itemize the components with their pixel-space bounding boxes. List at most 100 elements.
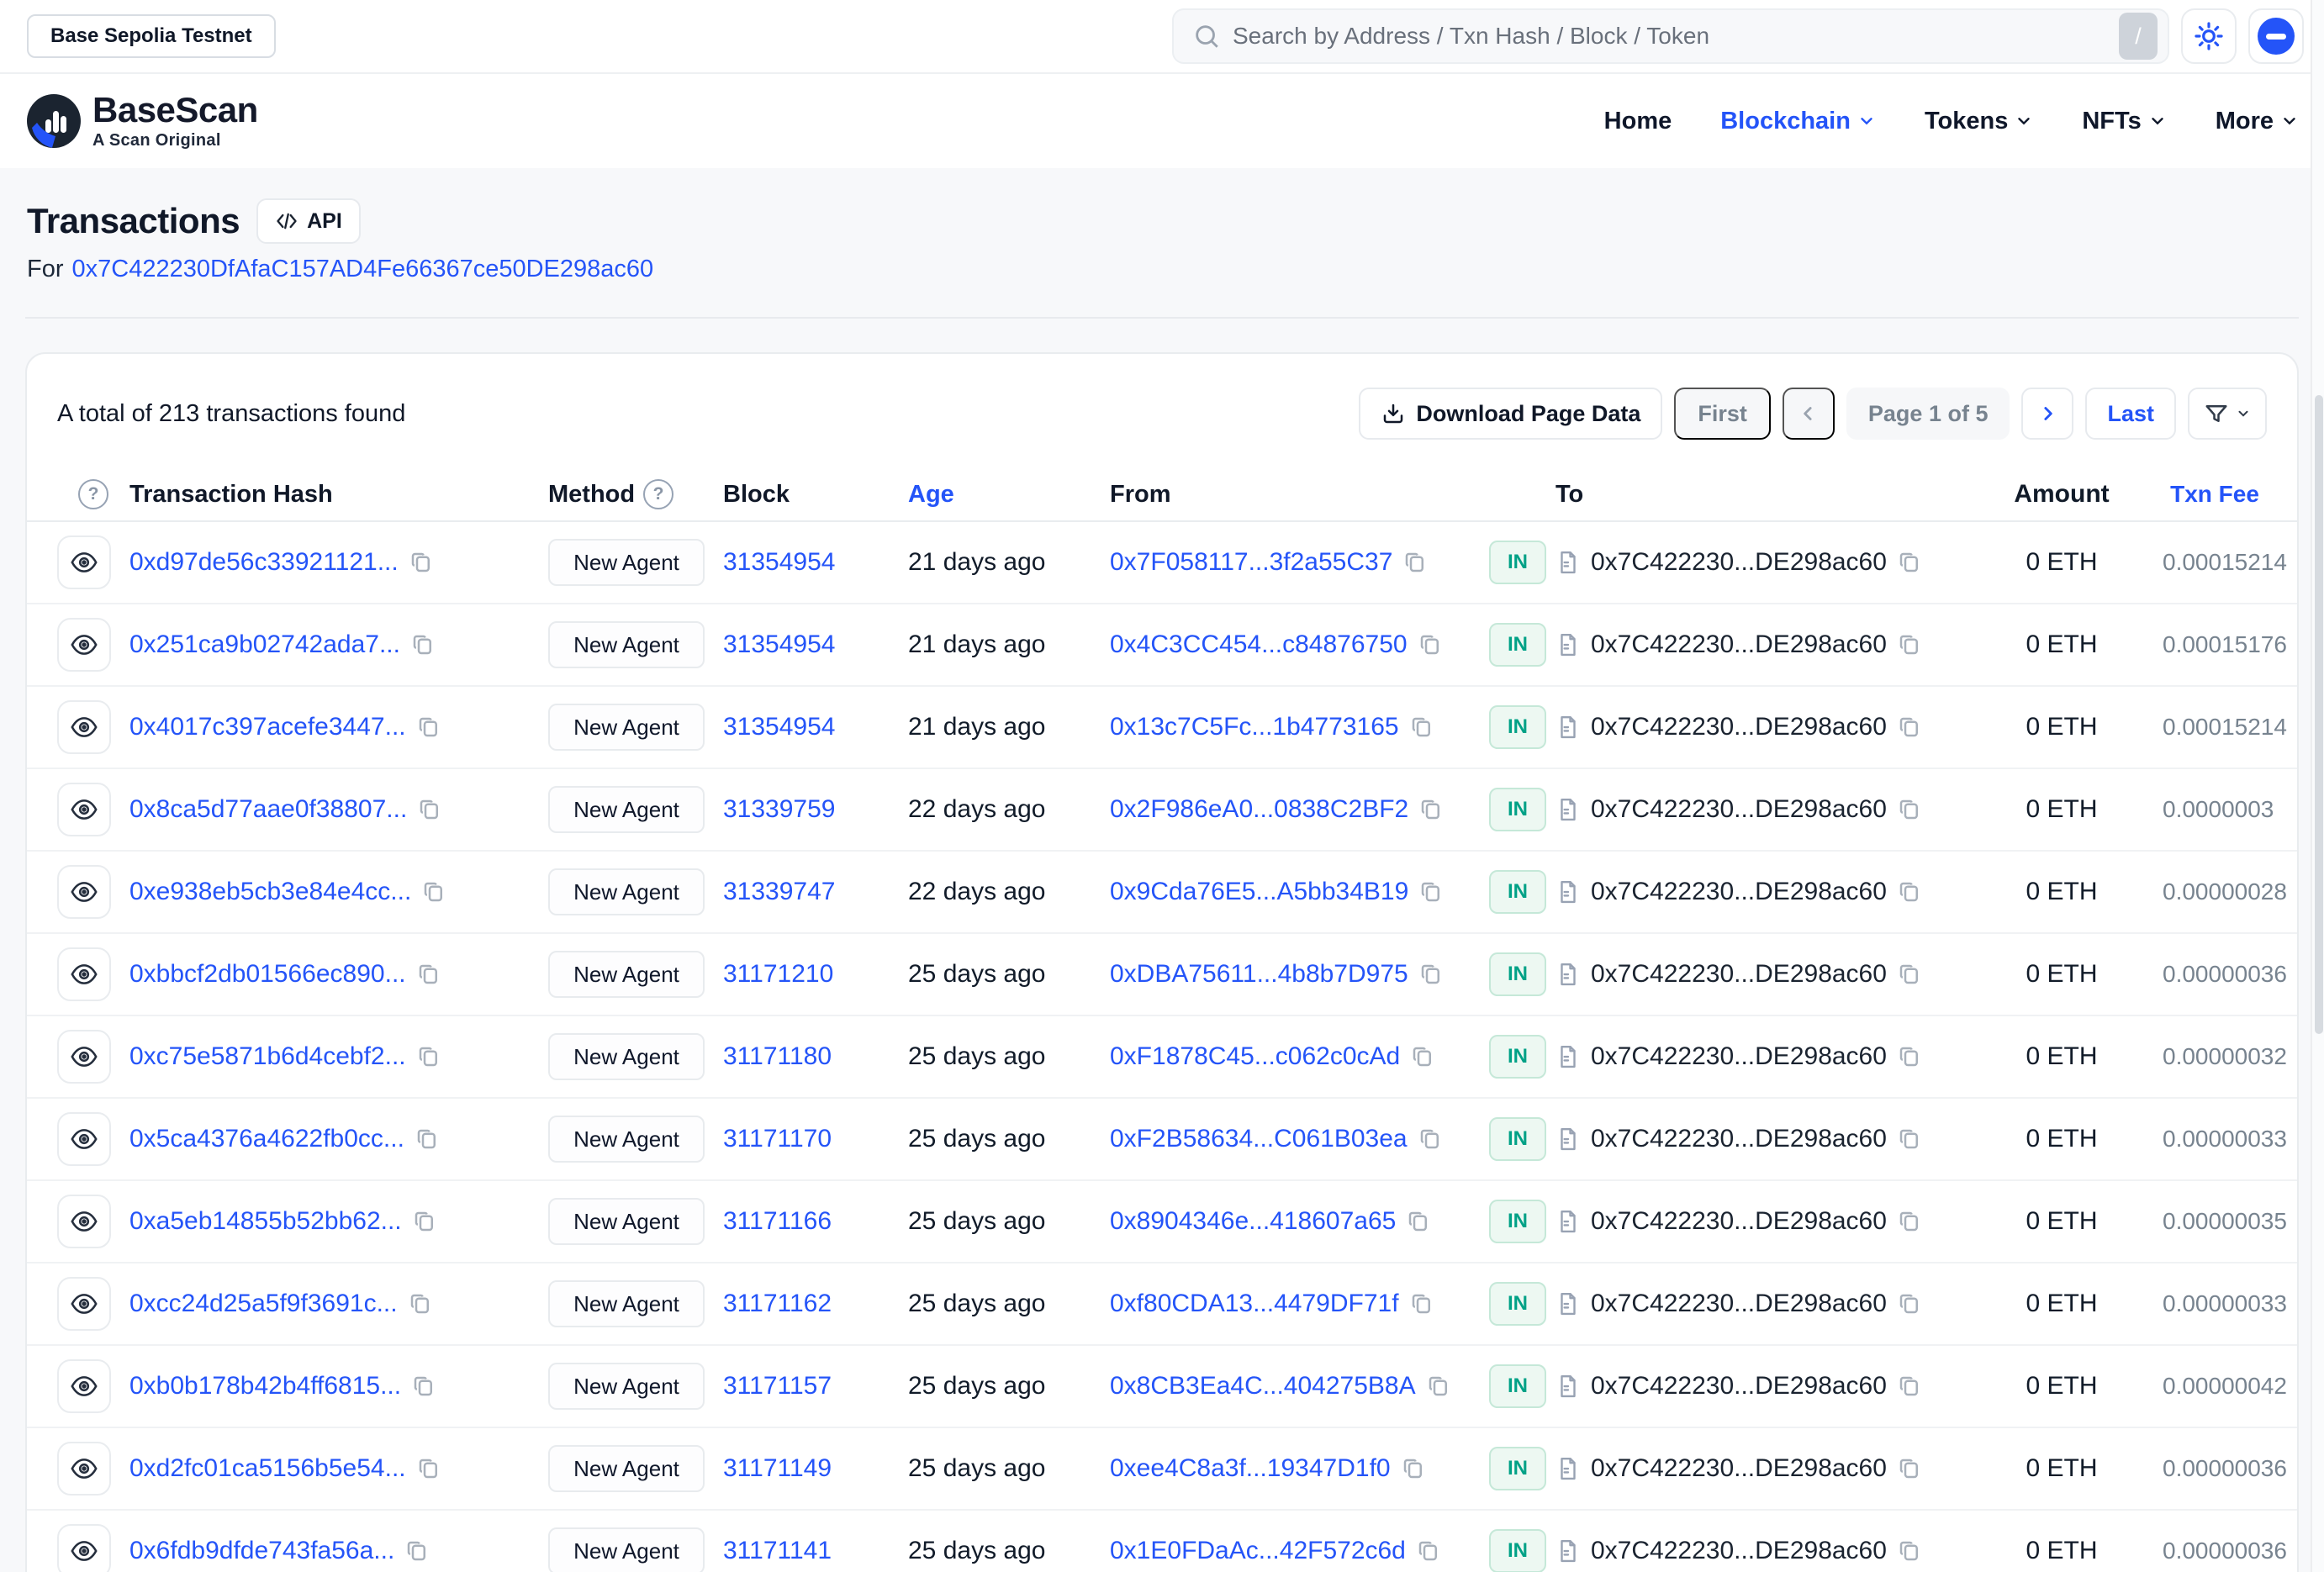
copy-icon[interactable]	[415, 1126, 440, 1152]
transaction-hash-link[interactable]: 0xc75e5871b6d4cebf2...	[129, 1042, 406, 1071]
search-input[interactable]	[1233, 23, 2107, 50]
preview-transaction-button[interactable]	[57, 783, 111, 836]
copy-icon[interactable]	[409, 550, 434, 575]
block-link[interactable]: 31171157	[723, 1372, 832, 1400]
copy-icon[interactable]	[416, 715, 441, 740]
method-button[interactable]: New Agent	[548, 1033, 705, 1080]
block-link[interactable]: 31354954	[723, 713, 835, 741]
copy-icon[interactable]	[417, 797, 442, 822]
method-button[interactable]: New Agent	[548, 951, 705, 998]
copy-icon[interactable]	[1410, 1044, 1435, 1069]
from-address-link[interactable]: 0x8CB3Ea4C...404275B8A	[1110, 1372, 1416, 1401]
transaction-hash-link[interactable]: 0xa5eb14855b52bb62...	[129, 1207, 402, 1236]
api-button[interactable]: API	[256, 198, 361, 244]
preview-transaction-button[interactable]	[57, 947, 111, 1001]
copy-icon[interactable]	[421, 879, 446, 905]
preview-transaction-button[interactable]	[57, 1277, 111, 1331]
preview-transaction-button[interactable]	[57, 1442, 111, 1496]
vertical-scrollbar[interactable]	[2311, 0, 2324, 1572]
previous-page-button[interactable]	[1783, 388, 1835, 440]
block-link[interactable]: 31171162	[723, 1290, 832, 1317]
from-address-link[interactable]: 0xF2B58634...C061B03ea	[1110, 1125, 1408, 1153]
copy-icon[interactable]	[416, 1044, 441, 1069]
preview-transaction-button[interactable]	[57, 1030, 111, 1084]
copy-icon[interactable]	[408, 1291, 433, 1316]
brand[interactable]: BaseScan A Scan Original	[27, 92, 258, 150]
from-address-link[interactable]: 0x8904346e...418607a65	[1110, 1207, 1396, 1236]
method-button[interactable]: New Agent	[548, 1198, 705, 1245]
transaction-hash-link[interactable]: 0x4017c397acefe3447...	[129, 713, 406, 741]
copy-icon[interactable]	[404, 1538, 430, 1564]
preview-transaction-button[interactable]	[57, 618, 111, 672]
block-link[interactable]: 31171210	[723, 960, 833, 988]
preview-transaction-button[interactable]	[57, 1195, 111, 1248]
next-page-button[interactable]	[2021, 388, 2073, 440]
copy-icon[interactable]	[416, 1456, 441, 1481]
column-txn-fee[interactable]: Txn Fee	[2170, 481, 2259, 508]
copy-icon[interactable]	[1418, 879, 1444, 905]
transaction-hash-link[interactable]: 0xd97de56c33921121...	[129, 548, 399, 577]
transaction-hash-link[interactable]: 0xd2fc01ca5156b5e54...	[129, 1454, 406, 1483]
transaction-hash-link[interactable]: 0x251ca9b02742ada7...	[129, 630, 400, 659]
block-link[interactable]: 31339747	[723, 878, 835, 905]
copy-icon[interactable]	[1897, 879, 1922, 905]
block-link[interactable]: 31171149	[723, 1454, 832, 1482]
copy-icon[interactable]	[1897, 1044, 1922, 1069]
nav-nfts[interactable]: NFTs	[2082, 108, 2166, 135]
copy-icon[interactable]	[1409, 1291, 1434, 1316]
from-address-link[interactable]: 0x4C3CC454...c84876750	[1110, 630, 1408, 659]
theme-toggle-button[interactable]	[2181, 8, 2237, 64]
network-selector-button[interactable]: Base Sepolia Testnet	[27, 14, 276, 58]
copy-icon[interactable]	[1897, 1456, 1922, 1481]
nav-home[interactable]: Home	[1604, 108, 1672, 135]
block-link[interactable]: 31171170	[723, 1125, 832, 1153]
from-address-link[interactable]: 0x13c7C5Fc...1b4773165	[1110, 713, 1399, 741]
copy-icon[interactable]	[410, 632, 436, 657]
download-page-data-button[interactable]: Download Page Data	[1359, 388, 1662, 440]
transaction-hash-link[interactable]: 0x8ca5d77aae0f38807...	[129, 795, 407, 824]
transaction-hash-link[interactable]: 0xb0b178b42b4ff6815...	[129, 1372, 401, 1401]
last-page-button[interactable]: Last	[2085, 388, 2176, 440]
copy-icon[interactable]	[1897, 1291, 1922, 1316]
from-address-link[interactable]: 0xee4C8a3f...19347D1f0	[1110, 1454, 1391, 1483]
from-address-link[interactable]: 0x9Cda76E5...A5bb34B19	[1110, 878, 1408, 906]
method-button[interactable]: New Agent	[548, 1116, 705, 1163]
copy-icon[interactable]	[1418, 632, 1443, 657]
from-address-link[interactable]: 0x1E0FDaAc...42F572c6d	[1110, 1537, 1406, 1565]
transaction-hash-link[interactable]: 0x5ca4376a4622fb0cc...	[129, 1125, 404, 1153]
from-address-link[interactable]: 0xDBA75611...4b8b7D975	[1110, 960, 1408, 989]
method-help-icon[interactable]: ?	[643, 479, 673, 509]
copy-icon[interactable]	[1897, 632, 1922, 657]
block-link[interactable]: 31339759	[723, 795, 835, 823]
nav-more[interactable]: More	[2216, 108, 2299, 135]
preview-transaction-button[interactable]	[57, 865, 111, 919]
block-link[interactable]: 31171166	[723, 1207, 832, 1235]
preview-transaction-button[interactable]	[57, 535, 111, 589]
transaction-hash-link[interactable]: 0xcc24d25a5f9f3691c...	[129, 1290, 398, 1318]
from-address-link[interactable]: 0xF1878C45...c062c0cAd	[1110, 1042, 1400, 1071]
copy-icon[interactable]	[412, 1209, 437, 1234]
scrollbar-thumb[interactable]	[2315, 395, 2323, 1034]
copy-icon[interactable]	[1416, 1538, 1441, 1564]
block-link[interactable]: 31171141	[723, 1537, 832, 1564]
method-button[interactable]: New Agent	[548, 1527, 705, 1572]
copy-icon[interactable]	[1897, 550, 1922, 575]
copy-icon[interactable]	[411, 1374, 436, 1399]
method-button[interactable]: New Agent	[548, 621, 705, 668]
method-button[interactable]: New Agent	[548, 1445, 705, 1492]
block-link[interactable]: 31171180	[723, 1042, 832, 1070]
copy-icon[interactable]	[1401, 1456, 1426, 1481]
transaction-hash-link[interactable]: 0xbbcf2db01566ec890...	[129, 960, 406, 989]
block-link[interactable]: 31354954	[723, 548, 835, 576]
preview-transaction-button[interactable]	[57, 1359, 111, 1413]
copy-icon[interactable]	[1406, 1209, 1431, 1234]
copy-icon[interactable]	[1897, 1538, 1922, 1564]
from-address-link[interactable]: 0xf80CDA13...4479DF71f	[1110, 1290, 1399, 1318]
column-age[interactable]: Age	[908, 481, 1110, 509]
preview-transaction-button[interactable]	[57, 700, 111, 754]
address-link[interactable]: 0x7C422230DfAfaC157AD4Fe66367ce50DE298ac…	[72, 256, 654, 283]
method-button[interactable]: New Agent	[548, 786, 705, 833]
method-button[interactable]: New Agent	[548, 1363, 705, 1410]
from-address-link[interactable]: 0x2F986eA0...0838C2BF2	[1110, 795, 1408, 824]
copy-icon[interactable]	[1897, 797, 1922, 822]
